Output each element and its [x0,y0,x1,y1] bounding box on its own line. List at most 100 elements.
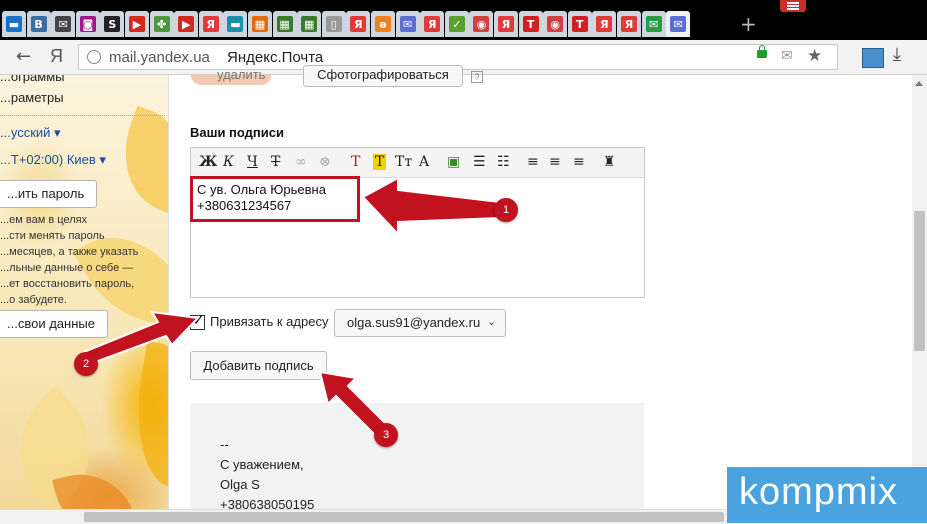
bg-color-button[interactable]: Т [373,154,387,170]
download-icon[interactable]: ⤓ [893,44,901,65]
browser-tab[interactable]: В [26,11,51,37]
page-info-icon[interactable] [87,50,101,64]
existing-signature-line: -- [220,437,229,452]
insert-image-button[interactable]: ▣ [447,154,460,170]
tab-favicon-icon: ▦ [252,16,268,32]
tab-favicon-icon: ▶ [178,16,195,32]
tab-favicon-icon: ✉ [399,16,416,32]
existing-signature-line: С уважением, [220,457,304,472]
bold-button[interactable]: Ж [199,154,217,170]
browser-tab[interactable]: Я [592,11,617,37]
existing-signature-card[interactable]: -- С уважением, Olga S +380638050195 [190,403,644,523]
lock-icon [757,45,767,58]
browser-tab[interactable]: ▶ [125,11,149,37]
link-button[interactable]: ∞ [295,154,307,170]
browser-tab[interactable]: Я [494,11,518,37]
browser-tab[interactable]: ✤ [149,11,174,37]
new-tab-icon[interactable]: + [740,12,757,36]
editor-toolbar: Ж К Ч Т ∞ ⊗ Т Т Тт A ▣ ☰ ☷ ≡ ≡ ≡ ♜ [191,148,644,178]
tab-favicon-icon: ✉ [645,16,662,32]
browser-tab[interactable]: ✉ [641,11,666,37]
browser-tab[interactable]: T [518,11,543,37]
annotation-badge-1: 1 [494,198,518,222]
bookmark-star-icon[interactable]: ★ [807,46,822,66]
security-hint-line: ...о забудете. [0,294,67,306]
align-left-button[interactable]: ≡ [527,154,539,170]
vertical-scrollbar[interactable] [912,75,927,509]
browser-tab[interactable]: S [100,11,125,37]
existing-signature-line: Olga S [220,477,260,492]
signature-settings-panel: удалить Сфотографироваться ? Ваши подпис… [168,65,913,523]
extension-picture-icon[interactable] [862,48,884,68]
strikethrough-button[interactable]: Т [271,154,280,170]
personal-data-button[interactable]: ...свои данные [0,310,108,338]
format-painter-button[interactable]: ♜ [603,154,616,170]
align-right-button[interactable]: ≡ [573,154,585,170]
tab-favicon-icon: ə [375,16,391,32]
browser-tab[interactable]: ✉ [666,11,691,37]
tab-favicon-icon: ✓ [448,16,465,32]
browser-tab[interactable]: Я [617,11,641,37]
browser-tab[interactable]: ✉ [51,11,76,37]
unlink-button[interactable]: ⊗ [319,154,331,170]
browser-tab[interactable]: T [567,11,592,37]
language-dropdown[interactable]: ...усский ▾ [0,125,61,141]
yandex-home-icon[interactable]: Я [50,46,63,67]
text-color-button[interactable]: Т [351,154,360,170]
browser-tab[interactable]: ə [371,11,395,37]
take-photo-button[interactable]: Сфотографироваться [303,65,463,87]
browser-tab[interactable]: ✓ [444,11,469,37]
browser-tab[interactable]: Я [346,11,371,37]
scroll-up-arrow-icon[interactable] [915,81,923,86]
vertical-scroll-thumb[interactable] [914,211,925,351]
clear-format-button[interactable]: A [419,154,429,170]
browser-tab[interactable]: ✉ [395,11,420,37]
browser-toolbar: ← Я mail.yandex.ua Яндекс.Почта ✉ ★ ⤓ [0,40,927,75]
align-center-button[interactable]: ≡ [549,154,561,170]
annotation-badge-2: 2 [74,352,98,376]
browser-tab[interactable]: ▯ [321,11,346,37]
underline-button[interactable]: Ч [247,154,258,170]
security-hint-line: ...льные данные о себе — [0,262,134,274]
italic-button[interactable]: К [223,154,234,170]
bind-address-label: Привязать к адресу [210,314,329,329]
annotation-badge-3: 3 [374,423,398,447]
help-icon[interactable]: ? [471,71,483,83]
browser-tab[interactable]: ▬ [223,11,248,37]
address-select[interactable]: olga.sus91@yandex.ru ⌄ [334,309,506,337]
tab-favicon-icon: В [30,16,47,32]
sidebar-item-params[interactable]: ...раметры [0,90,64,105]
sidebar-item-programs[interactable]: ...ограммы [0,75,65,84]
bind-address-checkbox[interactable]: ✓ [190,310,205,330]
browser-tab[interactable]: ▦ [248,11,272,37]
watermark-text: kompmix [739,471,899,513]
bullet-list-button[interactable]: ☰ [473,154,486,170]
browser-tab[interactable]: ◉ [469,11,494,37]
browser-tab[interactable]: Я [420,11,445,37]
kompmix-watermark-logo: kompmix [727,467,927,523]
timezone-dropdown[interactable]: ...Т+02:00) Киев ▾ [0,152,106,168]
add-signature-button[interactable]: Добавить подпись [190,351,327,380]
delete-photo-link[interactable]: удалить [217,67,265,82]
browser-tab[interactable]: ◙ [75,11,100,37]
tab-favicon-icon: T [571,16,588,32]
font-size-button[interactable]: Тт [395,154,412,170]
tab-favicon-icon: ◙ [79,16,96,32]
tab-favicon-icon: ▶ [129,16,145,32]
browser-tab[interactable]: ◉ [543,11,568,37]
browser-tab[interactable]: ▦ [297,11,322,37]
tab-favicon-icon: ✉ [55,16,72,32]
annotation-highlight-box [190,176,360,222]
browser-tab[interactable]: ▦ [272,11,297,37]
browser-tab[interactable]: ▬ [2,11,26,37]
numbered-list-button[interactable]: ☷ [497,154,510,170]
tab-favicon-icon: ▦ [276,16,293,32]
menu-window-button[interactable] [780,0,806,12]
back-arrow-icon[interactable]: ← [16,46,31,67]
browser-tab[interactable]: ▶ [174,11,199,37]
tab-favicon-icon: ✤ [153,16,170,32]
browser-tab[interactable]: Я [198,11,223,37]
horizontal-scroll-thumb[interactable] [84,512,724,522]
mail-icon[interactable]: ✉ [781,48,793,64]
change-password-button[interactable]: ...ить пароль [0,180,98,208]
